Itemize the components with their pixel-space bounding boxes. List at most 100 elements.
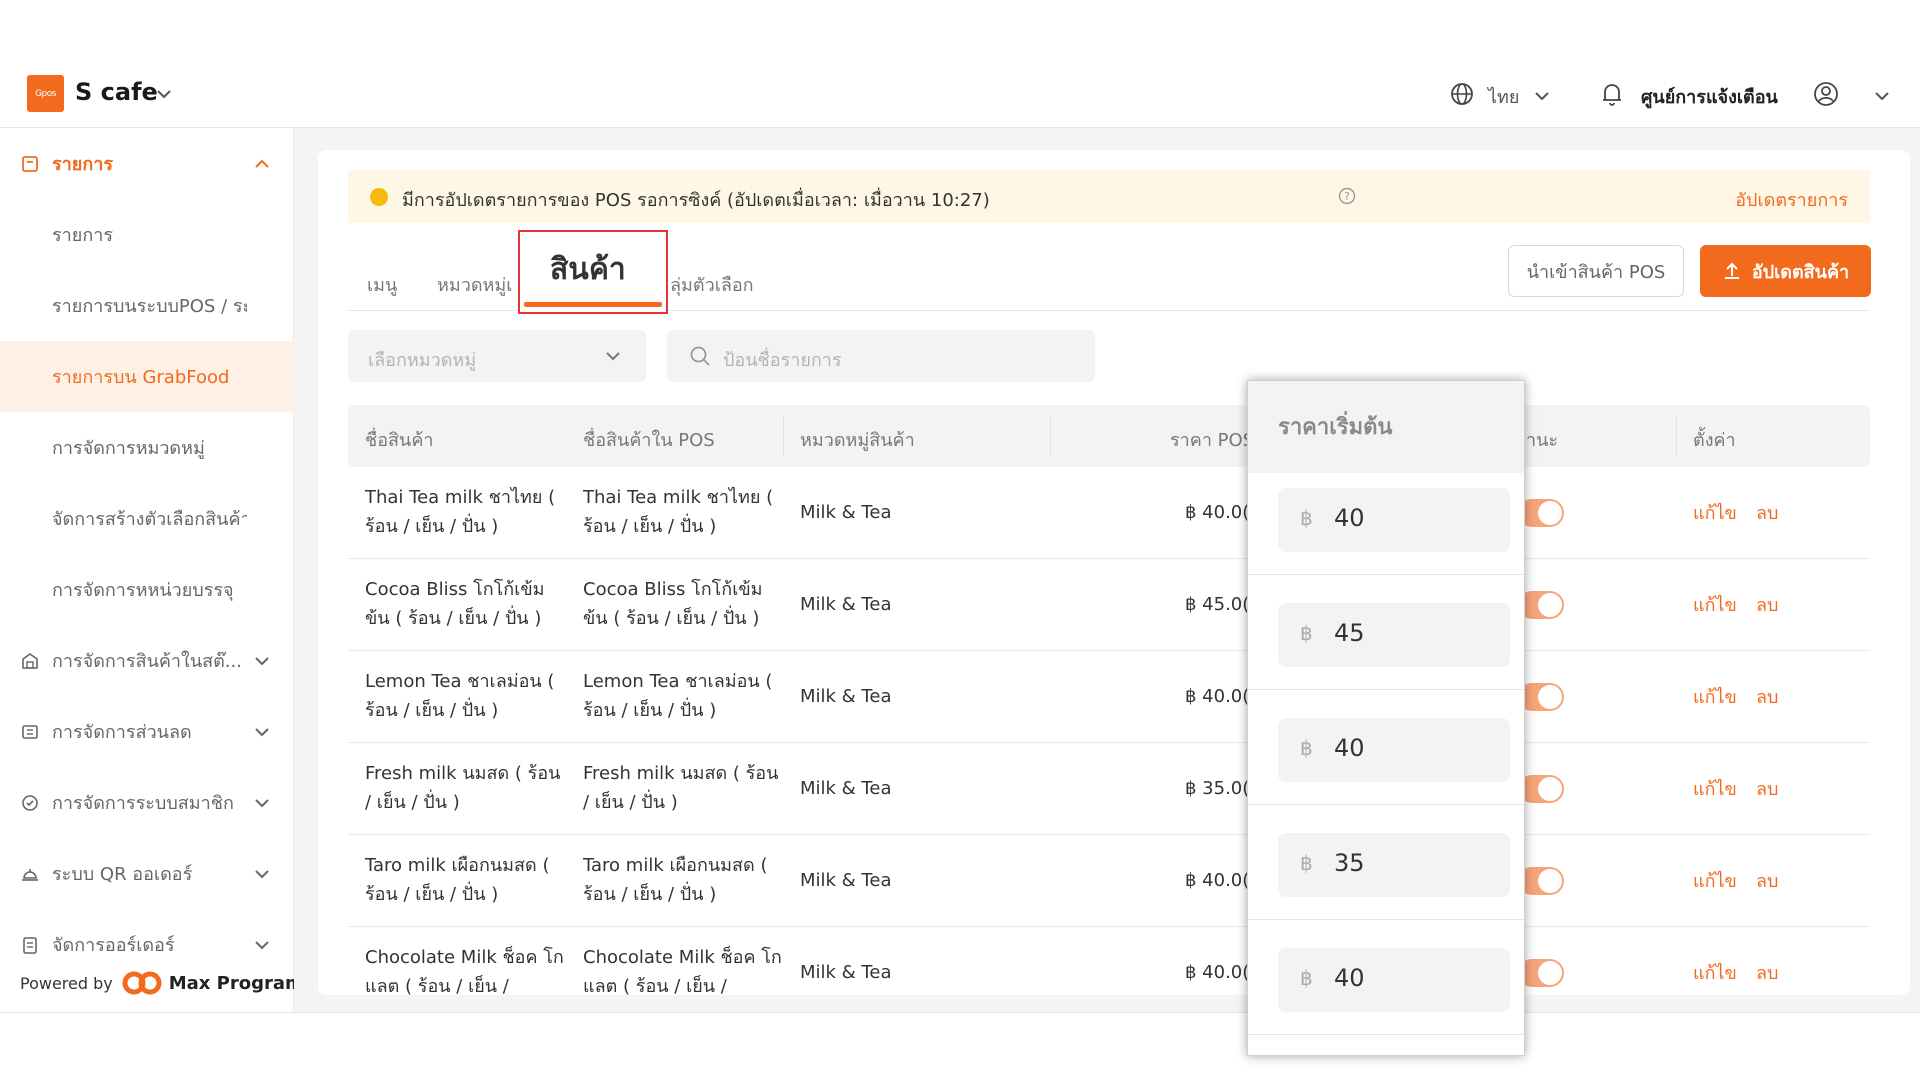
product-name: Lemon Tea ชาเลม่อน ( ร้อน / เย็น / ปั่น … <box>365 671 555 721</box>
sidebar-item-label: จัดการออร์เดอร์ <box>52 935 175 956</box>
table-header: ชื่อสินค้า ชื่อสินค้าใน POS หมวดหมู่สินค… <box>348 405 1870 467</box>
sidebar-group-stock[interactable]: การจัดการสินค้าในสต๊... <box>0 625 294 696</box>
pos-product-name: Taro milk เผือกนมสด ( ร้อน / เย็น / ปั่น… <box>583 855 768 905</box>
table-row: Chocolate Milk ช็อค โกแลต ( ร้อน / เย็น … <box>348 927 1870 1012</box>
search-input[interactable]: ป้อนชื่อรายการ <box>667 330 1095 382</box>
starting-price-value: 45 <box>1334 619 1365 647</box>
globe-icon[interactable] <box>1450 82 1474 106</box>
sidebar-item-label: การจัดการหมวดหมู่ <box>52 438 205 459</box>
table-row: Thai Tea milk ชาไทย ( ร้อน / เย็น / ปั่น… <box>348 467 1870 559</box>
table-row: Fresh milk นมสด ( ร้อน / เย็น / ปั่น ) F… <box>348 743 1870 835</box>
sidebar-item-label: การจัดการระบบสมาชิก <box>52 793 234 814</box>
sidebar-group-membership[interactable]: การจัดการระบบสมาชิก <box>0 767 294 838</box>
pos-product-name: Fresh milk นมสด ( ร้อน / เย็น / ปั่น ) <box>583 763 779 813</box>
edit-link[interactable]: แก้ไข <box>1693 866 1737 895</box>
sync-notice: มีการอัปเดตรายการของ POS รอการซิงค์ (อัป… <box>348 170 1870 223</box>
warehouse-icon <box>22 652 38 669</box>
import-pos-button[interactable]: นำเข้าสินค้า POS <box>1508 245 1684 297</box>
toggle-knob <box>1538 685 1562 709</box>
help-icon[interactable]: ? <box>1338 187 1356 205</box>
row-divider <box>1248 804 1524 805</box>
active-tab-underline <box>524 302 662 307</box>
sidebar-item-grabfood[interactable]: รายการบน GrabFood <box>0 341 294 412</box>
edit-link[interactable]: แก้ไข <box>1693 774 1737 803</box>
sidebar-item-label: การจัดการหหน่วยบรรจุ <box>52 580 234 601</box>
tab-option-groups[interactable]: ลุ่มตัวเลือก <box>670 270 754 299</box>
tab-category[interactable]: หมวดหมู่เ <box>437 270 512 299</box>
sidebar-item-product-options[interactable]: จัดการสร้างตัวเลือกสินค้า <box>0 483 294 554</box>
shop-name[interactable]: S cafe <box>75 78 158 106</box>
max-program-logo <box>122 971 162 995</box>
sidebar-item-label: ระบบ QR ออเดอร์ <box>52 864 193 885</box>
pos-product-name: Lemon Tea ชาเลม่อน ( ร้อน / เย็น / ปั่น … <box>583 671 773 721</box>
chevron-down-icon <box>255 798 269 807</box>
starting-price-input[interactable]: ฿ 35 <box>1278 833 1510 897</box>
sidebar-item-label: การจัดการส่วนลด <box>52 722 192 743</box>
starting-price-input[interactable]: ฿ 40 <box>1278 948 1510 1012</box>
starting-price-input[interactable]: ฿ 40 <box>1278 718 1510 782</box>
svg-text:?: ? <box>1344 190 1350 203</box>
product-category: Milk & Tea <box>800 962 892 983</box>
toggle-knob <box>1538 777 1562 801</box>
sidebar-item-items[interactable]: รายการ <box>0 199 294 270</box>
chevron-down-icon[interactable] <box>1533 87 1551 105</box>
brand-name: Max Program <box>168 972 304 994</box>
chevron-down-icon[interactable] <box>155 85 173 103</box>
currency-symbol: ฿ <box>1300 851 1313 875</box>
delete-link[interactable]: ลบ <box>1756 590 1778 619</box>
edit-link[interactable]: แก้ไข <box>1693 682 1737 711</box>
header-status: านะ <box>1526 430 1559 451</box>
product-category: Milk & Tea <box>800 502 892 523</box>
delete-link[interactable]: ลบ <box>1756 958 1778 987</box>
powered-by-label: Powered by <box>20 973 113 993</box>
notice-text: มีการอัปเดตรายการของ POS รอการซิงค์ (อัป… <box>402 190 990 211</box>
sidebar-item-units[interactable]: การจัดการหหน่วยบรรจุ <box>0 554 294 625</box>
row-divider <box>1248 919 1524 920</box>
sidebar-item-pos-items[interactable]: รายการบนระบบPOS / ระ... <box>0 270 294 341</box>
coupon-icon <box>22 724 38 739</box>
update-products-button[interactable]: อัปเดตสินค้า <box>1700 245 1871 297</box>
product-category: Milk & Tea <box>800 594 892 615</box>
user-icon[interactable] <box>1813 81 1839 107</box>
pos-price: ฿ 40.0( <box>1185 870 1250 891</box>
delete-link[interactable]: ลบ <box>1756 774 1778 803</box>
sidebar-group-discounts[interactable]: การจัดการส่วนลด <box>0 696 294 767</box>
sidebar-item-label: การจัดการสินค้าในสต๊... <box>52 651 242 672</box>
edit-link[interactable]: แก้ไข <box>1693 498 1737 527</box>
sidebar-item-label: รายการบน GrabFood <box>52 367 230 388</box>
toggle-knob <box>1538 869 1562 893</box>
currency-symbol: ฿ <box>1300 736 1313 760</box>
pos-product-name: Chocolate Milk ช็อค โกแลต ( ร้อน / เย็น … <box>583 947 782 997</box>
delete-link[interactable]: ลบ <box>1756 682 1778 711</box>
bottom-area <box>0 1012 1920 1080</box>
starting-price-input[interactable]: ฿ 45 <box>1278 603 1510 667</box>
sidebar-group-items[interactable]: รายการ <box>0 128 294 199</box>
header-divider <box>1050 417 1051 455</box>
notification-center-link[interactable]: ศูนย์การแจ้งเตือน <box>1641 82 1778 111</box>
bell-icon[interactable] <box>1600 81 1624 107</box>
product-name: Chocolate Milk ช็อค โกแลต ( ร้อน / เย็น … <box>365 947 564 997</box>
edit-link[interactable]: แก้ไข <box>1693 958 1737 987</box>
sidebar-item-categories[interactable]: การจัดการหมวดหมู่ <box>0 412 294 483</box>
tab-product[interactable]: สินค้า <box>518 230 668 314</box>
update-products-label: อัปเดตสินค้า <box>1751 261 1850 283</box>
product-name: Taro milk เผือกนมสด ( ร้อน / เย็น / ปั่น… <box>365 855 550 905</box>
language-selector[interactable]: ไทย <box>1488 82 1519 111</box>
sidebar-item-label: รายการบนระบบPOS / ระ... <box>52 296 247 317</box>
row-divider <box>1248 689 1524 690</box>
chevron-down-icon <box>606 352 620 361</box>
chevron-down-icon[interactable] <box>1873 87 1891 105</box>
sidebar: รายการ รายการ รายการบนระบบPOS / ระ... รา… <box>0 128 294 1012</box>
update-items-link[interactable]: อัปเดตรายการ <box>1735 185 1848 214</box>
category-select[interactable]: เลือกหมวดหมู่ <box>348 330 646 382</box>
sidebar-group-qr-order[interactable]: ระบบ QR ออเดอร์ <box>0 838 294 909</box>
edit-link[interactable]: แก้ไข <box>1693 590 1737 619</box>
delete-link[interactable]: ลบ <box>1756 498 1778 527</box>
starting-price-input[interactable]: ฿ 40 <box>1278 488 1510 552</box>
starting-price-value: 35 <box>1334 849 1365 877</box>
currency-symbol: ฿ <box>1300 621 1313 645</box>
tab-menu[interactable]: เมนู <box>367 270 397 299</box>
toggle-knob <box>1538 593 1562 617</box>
warning-icon <box>370 188 388 206</box>
delete-link[interactable]: ลบ <box>1756 866 1778 895</box>
